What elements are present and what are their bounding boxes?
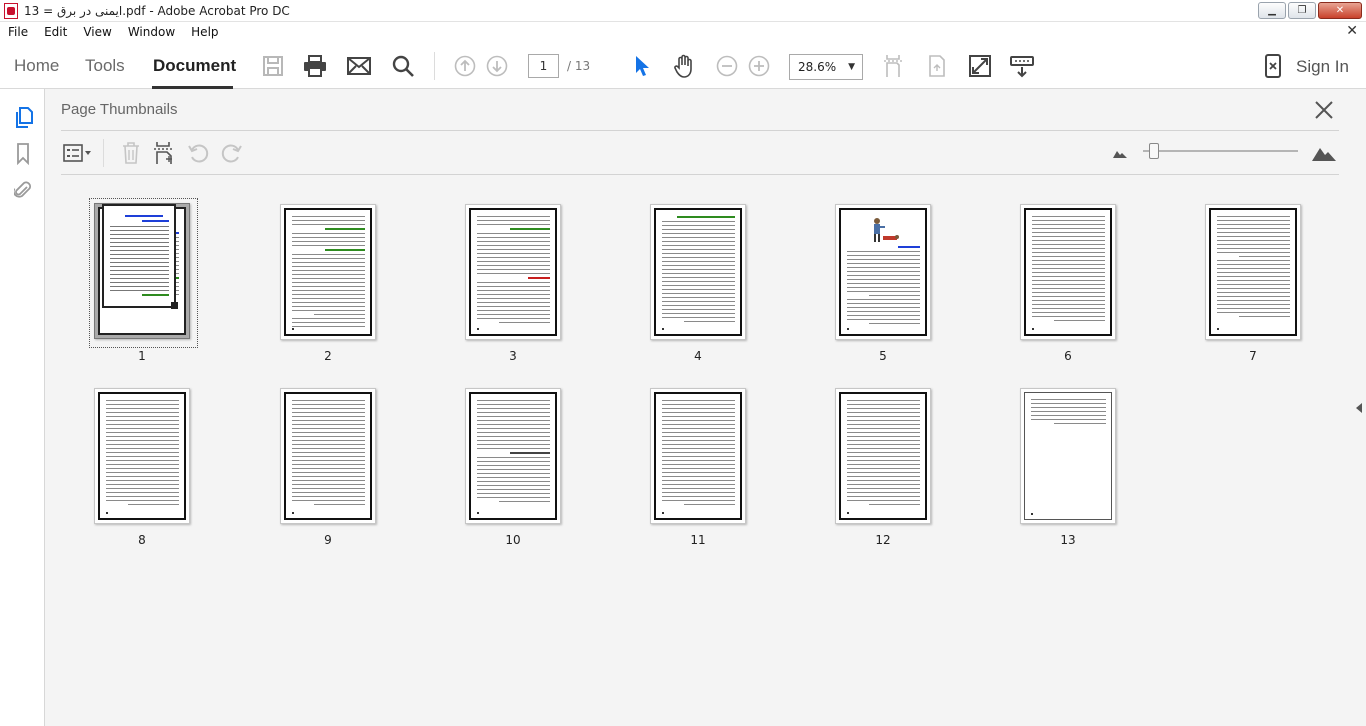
tab-tools[interactable]: Tools (85, 56, 125, 76)
zoom-level-value: 28.6% (798, 60, 837, 74)
thumbnail-label-12: 12 (875, 533, 891, 547)
save-icon[interactable] (261, 54, 285, 78)
close-document-button[interactable]: ✕ (1346, 23, 1358, 39)
close-panel-icon[interactable] (1313, 99, 1335, 121)
thumbnail-label-3: 3 (509, 349, 517, 363)
acrobat-app-icon[interactable] (4, 2, 18, 19)
sign-in-link[interactable]: Sign In (1296, 57, 1349, 77)
scrolling-mode-icon[interactable] (881, 54, 905, 78)
thumbnail-larger-icon[interactable] (1311, 141, 1337, 165)
paperclip-icon[interactable] (12, 179, 34, 201)
thumbnail-page-12[interactable] (835, 388, 931, 524)
main-toolbar: Home Tools Document 1 / 13 28.6% ▼ Sign … (0, 42, 1366, 89)
title-bar: 13 = ایمنی در برق.pdf - Adobe Acrobat Pr… (0, 0, 1366, 22)
search-icon[interactable] (391, 54, 415, 78)
thumbnail-page-5[interactable] (835, 204, 931, 340)
maximize-button[interactable]: ❐ (1288, 2, 1316, 19)
chevron-down-icon: ▼ (848, 62, 855, 72)
thumbnail-label-10: 10 (505, 533, 521, 547)
thumbnail-page-11[interactable] (650, 388, 746, 524)
menu-edit[interactable]: Edit (36, 25, 75, 39)
zoom-in-icon[interactable] (747, 54, 771, 78)
thumbnail-page-13[interactable] (1020, 388, 1116, 524)
right-pane-handle[interactable] (1351, 89, 1366, 726)
next-page-icon[interactable] (485, 54, 509, 78)
email-icon[interactable] (347, 54, 371, 78)
bookmark-icon[interactable] (12, 143, 34, 165)
page-count: / 13 (567, 59, 591, 73)
thumbnail-page-3[interactable] (465, 204, 561, 340)
previous-page-icon[interactable] (453, 54, 477, 78)
thumbnail-label-1: 1 (138, 349, 146, 363)
thumbnail-page-7[interactable] (1205, 204, 1301, 340)
zoom-level-select[interactable]: 28.6% ▼ (789, 54, 863, 80)
menu-file[interactable]: File (0, 25, 36, 39)
thumbnail-label-11: 11 (690, 533, 706, 547)
menu-help[interactable]: Help (183, 25, 226, 39)
thumbnail-label-4: 4 (694, 349, 702, 363)
window-controls: ▁ ❐ ✕ (1258, 2, 1362, 19)
thumbnail-size-slider[interactable] (1143, 150, 1298, 152)
tab-home[interactable]: Home (14, 56, 59, 76)
navigation-rail (0, 89, 45, 726)
thumbnail-label-13: 13 (1060, 533, 1076, 547)
page-thumbnails-icon[interactable] (12, 107, 34, 129)
thumbnail-label-5: 5 (879, 349, 887, 363)
thumbnail-page-9[interactable] (280, 388, 376, 524)
thumbnail-options-icon[interactable] (62, 141, 94, 165)
read-mode-icon[interactable] (1010, 54, 1034, 78)
thumbnail-page-8[interactable] (94, 388, 190, 524)
thumbnail-label-2: 2 (324, 349, 332, 363)
page-view-resize-handle[interactable] (171, 302, 178, 309)
menu-window[interactable]: Window (120, 25, 183, 39)
page-view-region[interactable] (102, 204, 176, 308)
expand-right-pane-icon (1356, 403, 1362, 413)
thumbnail-label-7: 7 (1249, 349, 1257, 363)
thumbnail-size-slider-thumb[interactable] (1149, 143, 1159, 159)
menu-bar: File Edit View Window Help ✕ (0, 22, 1366, 42)
thumbnail-page-2[interactable] (280, 204, 376, 340)
hand-tool-icon[interactable] (672, 54, 696, 78)
tab-document[interactable]: Document (153, 56, 236, 76)
delete-pages-icon[interactable] (119, 141, 143, 165)
rotate-counterclockwise-icon[interactable] (186, 141, 210, 165)
thumbnail-page-10[interactable] (465, 388, 561, 524)
minimize-button[interactable]: ▁ (1258, 2, 1286, 19)
thumbnail-smaller-icon[interactable] (1108, 141, 1132, 165)
panel-title: Page Thumbnails (61, 101, 178, 118)
toolbar-divider (434, 52, 435, 80)
full-screen-icon[interactable] (968, 54, 992, 78)
rotate-clockwise-icon[interactable] (220, 141, 244, 165)
thumbnail-label-6: 6 (1064, 349, 1072, 363)
panel-toolbar-bottom-divider (61, 174, 1339, 175)
page-number-input[interactable]: 1 (528, 54, 559, 78)
window-title: 13 = ایمنی در برق.pdf - Adobe Acrobat Pr… (24, 3, 290, 18)
mobile-device-icon[interactable] (1261, 54, 1285, 78)
print-icon[interactable] (303, 54, 327, 78)
thumbnail-page-4[interactable] (650, 204, 746, 340)
zoom-out-icon[interactable] (715, 54, 739, 78)
close-window-button[interactable]: ✕ (1318, 2, 1362, 19)
insert-pages-icon[interactable] (152, 141, 176, 165)
thumbnail-page-6[interactable] (1020, 204, 1116, 340)
page-display-icon[interactable] (925, 54, 949, 78)
panel-divider (61, 130, 1339, 131)
select-cursor-icon[interactable] (630, 54, 654, 78)
worker-illustration (874, 218, 899, 242)
thumbnail-label-8: 8 (138, 533, 146, 547)
thumbnail-label-9: 9 (324, 533, 332, 547)
panel-toolbar-divider (103, 139, 104, 167)
menu-view[interactable]: View (75, 25, 119, 39)
